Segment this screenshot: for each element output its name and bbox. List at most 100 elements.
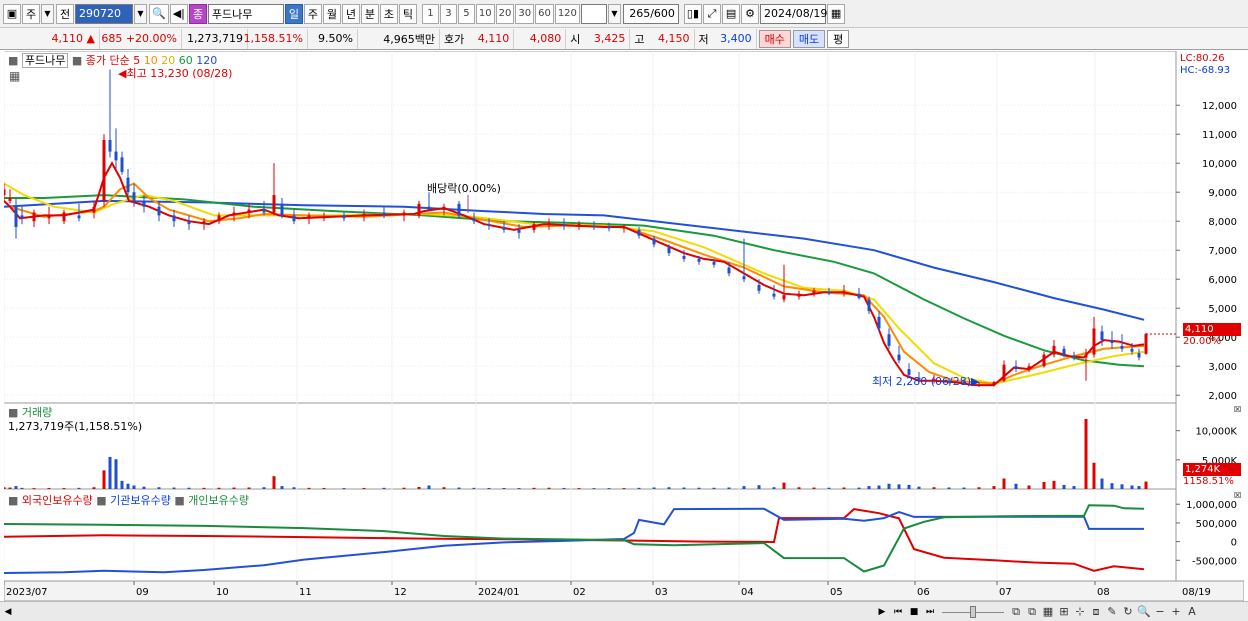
x-tick-label: 05 bbox=[830, 587, 843, 598]
candle-body bbox=[637, 229, 641, 236]
price-tick-label: 7,000 bbox=[1208, 246, 1237, 257]
calendar-icon[interactable]: ▦ bbox=[827, 3, 846, 24]
volume-bar bbox=[917, 486, 921, 489]
volume-bar bbox=[382, 487, 386, 489]
interval-button[interactable]: 60 bbox=[535, 3, 554, 24]
candle-body bbox=[622, 227, 626, 229]
prev-button[interactable]: 전 bbox=[56, 3, 74, 24]
x-tick-label: 11 bbox=[299, 587, 312, 598]
zoom-tool-icon[interactable]: ⤢ bbox=[703, 3, 722, 24]
minus-icon[interactable]: − bbox=[1152, 604, 1168, 620]
period-year-button[interactable]: 년 bbox=[341, 3, 360, 24]
stop-icon[interactable]: ■ bbox=[906, 604, 922, 620]
stock-name-field[interactable]: 푸드나무 bbox=[207, 3, 284, 24]
save-icon[interactable]: ▤ bbox=[722, 3, 741, 24]
grid-table-icon[interactable]: ▦ bbox=[9, 69, 20, 83]
scroll-left-icon[interactable]: ◀ bbox=[0, 604, 16, 620]
holdings-tick-label: 0 bbox=[1231, 538, 1237, 549]
volume-bar bbox=[4, 487, 6, 489]
volume-bar bbox=[772, 487, 776, 489]
legend-square-icon: ■ bbox=[71, 54, 83, 67]
chart-area[interactable]: 12,000 11,000 10,000 9,000 8,000 7,000 6,000 5,… bbox=[4, 51, 1244, 601]
period-month-button[interactable]: 월 bbox=[322, 3, 341, 24]
stock-code-input[interactable]: 290720 bbox=[75, 3, 133, 24]
last-page-icon[interactable]: ⏭ bbox=[922, 604, 938, 620]
price-tick-label: 5,000 bbox=[1208, 304, 1237, 315]
interval-button[interactable]: 120 bbox=[554, 3, 580, 24]
compare-icon[interactable]: ⧈ bbox=[1088, 604, 1104, 620]
candle-body bbox=[1110, 340, 1114, 343]
legend-institution[interactable]: 기관보유수량 bbox=[110, 494, 171, 507]
candle-body bbox=[92, 206, 96, 213]
font-size-icon[interactable]: A bbox=[1184, 604, 1200, 620]
zoom-slider[interactable] bbox=[938, 605, 1008, 619]
panel-close-icon[interactable]: ☒ bbox=[1234, 405, 1241, 414]
legend-individual[interactable]: 개인보유수량 bbox=[188, 494, 249, 507]
zoom-icon[interactable]: 🔍 bbox=[1136, 604, 1152, 620]
speaker-icon[interactable]: ◀| bbox=[169, 3, 188, 24]
crosshair-icon[interactable]: ⊹ bbox=[1072, 604, 1088, 620]
volume-bar bbox=[47, 487, 51, 489]
chevron-down-icon[interactable]: ▼ bbox=[41, 3, 54, 24]
period-minute-button[interactable]: 분 bbox=[360, 3, 379, 24]
interval-dropdown-icon[interactable]: ▼ bbox=[607, 3, 621, 24]
gear-icon[interactable]: ⚙ bbox=[741, 3, 760, 24]
period-second-button[interactable]: 초 bbox=[379, 3, 398, 24]
candle-body bbox=[712, 261, 716, 265]
interval-button[interactable]: 5 bbox=[457, 3, 475, 24]
period-type-select[interactable]: 주 bbox=[22, 3, 40, 24]
percent-tag: 20.00% bbox=[1183, 336, 1222, 347]
refresh-icon[interactable]: ↻ bbox=[1120, 604, 1136, 620]
date-input[interactable]: 2024/08/19 bbox=[760, 3, 827, 24]
chart-scrollbar[interactable]: ◀ ▶ ⏮ ■ ⏭ ⧉ ⧉ ▦ ⊞ ⊹ ⧈ ✎ ↻ 🔍 − + A bbox=[0, 601, 1248, 621]
legend-stock-name[interactable]: 푸드나무 bbox=[21, 53, 69, 68]
high-price: 4,150 bbox=[649, 28, 695, 49]
volume-bar bbox=[342, 488, 346, 490]
flat-button[interactable]: 평 bbox=[827, 29, 850, 48]
sell-button[interactable]: 매도 bbox=[792, 29, 826, 48]
volume-bar bbox=[1110, 483, 1114, 489]
period-tick-button[interactable]: 틱 bbox=[398, 3, 417, 24]
candle-body bbox=[592, 225, 596, 227]
grid-icon[interactable]: ▦ bbox=[1040, 604, 1056, 620]
candle-body bbox=[782, 295, 786, 300]
candle-body bbox=[342, 215, 346, 219]
window-icon[interactable]: ▣ bbox=[3, 3, 21, 24]
stock-chart[interactable]: 12,000 11,000 10,000 9,000 8,000 7,000 6,000 5,… bbox=[4, 51, 1244, 601]
chart-type-icon[interactable]: ⊞ bbox=[1056, 604, 1072, 620]
layout-icon[interactable]: ⧉ bbox=[1024, 604, 1040, 620]
volume-bar bbox=[867, 486, 871, 489]
candle-body bbox=[1062, 348, 1066, 355]
group-badge[interactable]: 종 bbox=[188, 3, 207, 24]
interval-button[interactable]: 3 bbox=[439, 3, 457, 24]
period-week-button[interactable]: 주 bbox=[303, 3, 322, 24]
draw-icon[interactable]: ✎ bbox=[1104, 604, 1120, 620]
candle-body bbox=[272, 195, 276, 213]
legend-foreign[interactable]: 외국인보유수량 bbox=[22, 494, 93, 507]
interval-custom-input[interactable] bbox=[580, 3, 607, 24]
candle-body bbox=[417, 203, 421, 216]
candle-body bbox=[1002, 364, 1006, 381]
candle-body bbox=[120, 157, 124, 172]
plus-icon[interactable]: + bbox=[1168, 604, 1184, 620]
count-value: 265 bbox=[629, 7, 651, 20]
code-dropdown-icon[interactable]: ▼ bbox=[134, 3, 147, 24]
scroll-right-icon[interactable]: ▶ bbox=[874, 604, 890, 620]
interval-button[interactable]: 10 bbox=[475, 3, 495, 24]
interval-button[interactable]: 1 bbox=[421, 3, 439, 24]
period-day-button[interactable]: 일 bbox=[284, 3, 303, 24]
interval-button[interactable]: 20 bbox=[495, 3, 515, 24]
interval-button[interactable]: 30 bbox=[515, 3, 535, 24]
scroll-track[interactable] bbox=[16, 605, 874, 619]
count-input[interactable]: 265/600 bbox=[622, 3, 679, 24]
candle-body bbox=[487, 224, 491, 226]
zoom-slider-thumb[interactable] bbox=[970, 605, 976, 618]
search-icon[interactable]: 🔍 bbox=[149, 3, 169, 24]
buy-button[interactable]: 매수 bbox=[758, 29, 791, 48]
panel-close-icon[interactable]: ☒ bbox=[1234, 491, 1241, 500]
candle-settings-icon[interactable]: ▯▮ bbox=[683, 3, 703, 24]
volume-panel[interactable] bbox=[4, 402, 1177, 490]
volume-bar bbox=[427, 485, 431, 489]
first-page-icon[interactable]: ⏮ bbox=[890, 604, 906, 620]
layout-icon[interactable]: ⧉ bbox=[1008, 604, 1024, 620]
